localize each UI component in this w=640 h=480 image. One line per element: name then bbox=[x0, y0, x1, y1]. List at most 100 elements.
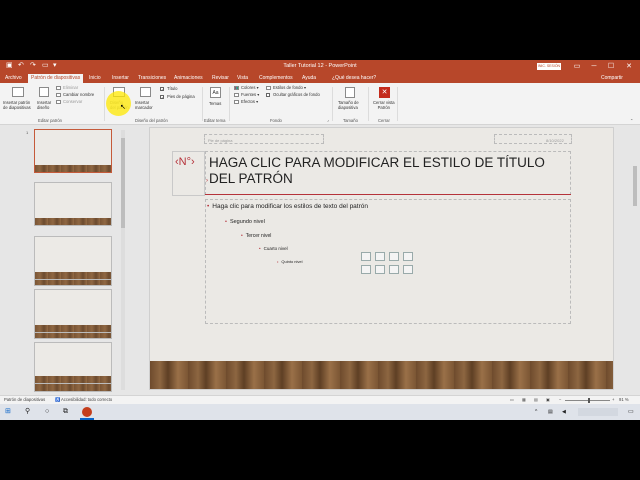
thumbnail-number: 1 bbox=[26, 130, 29, 135]
rename-button[interactable]: Cambiar nombre bbox=[63, 92, 94, 97]
delete-button[interactable]: Eliminar bbox=[63, 85, 78, 90]
wood-floor-background bbox=[150, 361, 613, 389]
insert-picture-icon[interactable] bbox=[361, 265, 371, 274]
clock[interactable] bbox=[578, 408, 618, 416]
thumbnail-layout[interactable] bbox=[34, 342, 112, 384]
fonts-button[interactable]: Fuentes ▾ bbox=[241, 92, 259, 97]
close-master-view-button[interactable]: Cerrar vista Patrón bbox=[373, 100, 395, 110]
mouse-cursor-icon: ↖ bbox=[120, 104, 126, 111]
slideshow-view-icon[interactable]: ▣ bbox=[546, 396, 550, 404]
group-separator bbox=[202, 87, 203, 121]
slide-title: HAGA CLIC PARA MODIFICAR EL ESTILO DE TÍ… bbox=[209, 155, 545, 186]
close-button[interactable]: ✕ bbox=[622, 61, 636, 72]
search-icon[interactable]: ⚲ bbox=[25, 407, 30, 417]
zoom-level[interactable]: 91 % bbox=[619, 396, 629, 404]
thumbnail-layout[interactable] bbox=[34, 236, 112, 280]
reading-view-icon[interactable]: ▤ bbox=[534, 396, 538, 404]
network-icon[interactable]: ▤ bbox=[548, 407, 553, 417]
notifications-icon[interactable]: ▭ bbox=[628, 407, 634, 417]
rename-icon bbox=[56, 93, 61, 97]
status-bar: Patrón de diapositivas ♿ Accesibilidad: … bbox=[0, 395, 640, 404]
normal-view-icon[interactable]: ▭ bbox=[510, 396, 514, 404]
title-divider bbox=[205, 194, 571, 195]
tab-revisar[interactable]: Revisar bbox=[212, 75, 229, 82]
accessibility-icon[interactable]: ♿ bbox=[55, 396, 60, 404]
tab-insertar[interactable]: Insertar bbox=[112, 75, 129, 82]
share-button[interactable]: Compartir bbox=[601, 75, 623, 81]
collapse-ribbon-icon[interactable]: ⌃ bbox=[630, 118, 633, 123]
title-checkbox[interactable]: ✓ bbox=[160, 87, 164, 92]
ribbon-tabs: Archivo Patrón de diapositivas Inicio In… bbox=[0, 73, 640, 83]
powerpoint-window: ▣ ↶ ↷ ▭ ▾ Taller Tutorial 12 - PowerPoin… bbox=[0, 60, 640, 420]
themes-button[interactable]: Temas bbox=[209, 101, 221, 106]
scrollbar-thumb[interactable] bbox=[121, 138, 125, 228]
ribbon-display-icon[interactable]: ▭ bbox=[570, 61, 584, 72]
insert-chart-icon[interactable] bbox=[375, 252, 385, 261]
tab-vista[interactable]: Vista bbox=[237, 75, 248, 82]
thumbnail-master[interactable] bbox=[34, 129, 112, 173]
tell-me-search[interactable]: ¿Qué desea hacer? bbox=[332, 75, 376, 82]
slide-size-icon bbox=[345, 87, 355, 98]
volume-icon[interactable]: ◀ bbox=[562, 407, 566, 417]
signin-button[interactable]: INIC. SESIÓN bbox=[537, 63, 561, 70]
insert-table-icon[interactable] bbox=[361, 252, 371, 261]
hide-bg-label: Ocultar gráficos de fondo bbox=[273, 92, 320, 97]
insert-icons-icon[interactable] bbox=[403, 265, 413, 274]
bg-styles-button[interactable]: Estilos de fondo ▾ bbox=[273, 85, 306, 90]
group-separator bbox=[104, 87, 105, 121]
group-label-editar-patron: Editar patrón bbox=[38, 118, 62, 123]
insert-online-picture-icon[interactable] bbox=[375, 265, 385, 274]
windows-taskbar: ⊞ ⚲ ○ ⧉ ^ ▤ ◀ ▭ bbox=[0, 404, 640, 420]
close-master-icon: ✕ bbox=[379, 87, 390, 98]
powerpoint-taskbar-icon[interactable] bbox=[82, 407, 92, 417]
fondo-dialog-launcher-icon[interactable]: ⌟ bbox=[327, 117, 329, 122]
footers-checkbox[interactable]: ✓ bbox=[160, 95, 164, 100]
accessibility-status[interactable]: Accesibilidad: todo correcto bbox=[61, 396, 112, 404]
colors-icon bbox=[234, 86, 239, 90]
preserve-button[interactable]: Conservar bbox=[63, 99, 82, 104]
slide-size-button[interactable]: Tamaño de diapositiva bbox=[338, 100, 359, 110]
windows-start-icon[interactable]: ⊞ bbox=[5, 407, 11, 417]
fonts-icon bbox=[234, 93, 239, 97]
insert-smartart-icon[interactable] bbox=[389, 252, 399, 261]
insert-placeholder-button[interactable]: Insertar marcador bbox=[135, 100, 153, 110]
colors-button[interactable]: Colores ▾ bbox=[241, 85, 259, 90]
footers-checkbox-label: Pies de página bbox=[167, 94, 195, 99]
insert-layout-button[interactable]: Insertar diseño bbox=[37, 100, 51, 110]
text-level-5: • Quinto nivel bbox=[277, 259, 303, 264]
tab-complementos[interactable]: Complementos bbox=[259, 75, 293, 82]
slide-canvas[interactable]: Pie de página 8/10/2022 ‹N°› › HAGA CLIC… bbox=[149, 127, 614, 390]
slide-scrollbar[interactable] bbox=[630, 126, 640, 396]
group-label-editar-tema: Editar tema bbox=[204, 118, 226, 123]
tab-patron-diapositivas[interactable]: Patrón de diapositivas bbox=[28, 74, 84, 83]
group-separator bbox=[397, 87, 398, 121]
cortana-icon[interactable]: ○ bbox=[45, 407, 49, 417]
tab-animaciones[interactable]: Animaciones bbox=[174, 75, 203, 82]
insert-3d-model-icon[interactable] bbox=[403, 252, 413, 261]
scrollbar-thumb[interactable] bbox=[633, 166, 637, 206]
task-view-icon[interactable]: ⧉ bbox=[63, 407, 68, 417]
sorter-view-icon[interactable]: ▦ bbox=[522, 396, 526, 404]
tab-inicio[interactable]: Inicio bbox=[89, 75, 101, 82]
tab-archivo[interactable]: Archivo bbox=[5, 75, 22, 82]
thumbnail-layout[interactable] bbox=[34, 289, 112, 333]
text-level-3: • Tercer nivel bbox=[241, 233, 272, 239]
date-text: 8/10/2022 bbox=[546, 138, 564, 143]
effects-button[interactable]: Efectos ▾ bbox=[241, 99, 258, 104]
cursor-highlight bbox=[106, 91, 131, 116]
tray-chevron-icon[interactable]: ^ bbox=[535, 407, 537, 417]
maximize-button[interactable]: ☐ bbox=[604, 61, 618, 72]
insert-master-button[interactable]: Insertar patrón de diapositivas bbox=[3, 100, 31, 110]
thumbnail-scrollbar[interactable] bbox=[121, 130, 125, 390]
insert-video-icon[interactable] bbox=[389, 265, 399, 274]
hide-bg-checkbox[interactable] bbox=[266, 93, 270, 97]
tab-transiciones[interactable]: Transiciones bbox=[138, 75, 166, 82]
minimize-button[interactable]: ─ bbox=[587, 61, 601, 72]
zoom-slider-handle[interactable] bbox=[588, 398, 590, 403]
content-placeholder[interactable] bbox=[205, 199, 571, 324]
themes-icon: Aa bbox=[210, 87, 221, 98]
zoom-in-icon[interactable]: + bbox=[612, 396, 614, 404]
thumbnail-layout[interactable] bbox=[34, 182, 112, 226]
zoom-out-icon[interactable]: − bbox=[559, 396, 561, 404]
tab-ayuda[interactable]: Ayuda bbox=[302, 75, 316, 82]
